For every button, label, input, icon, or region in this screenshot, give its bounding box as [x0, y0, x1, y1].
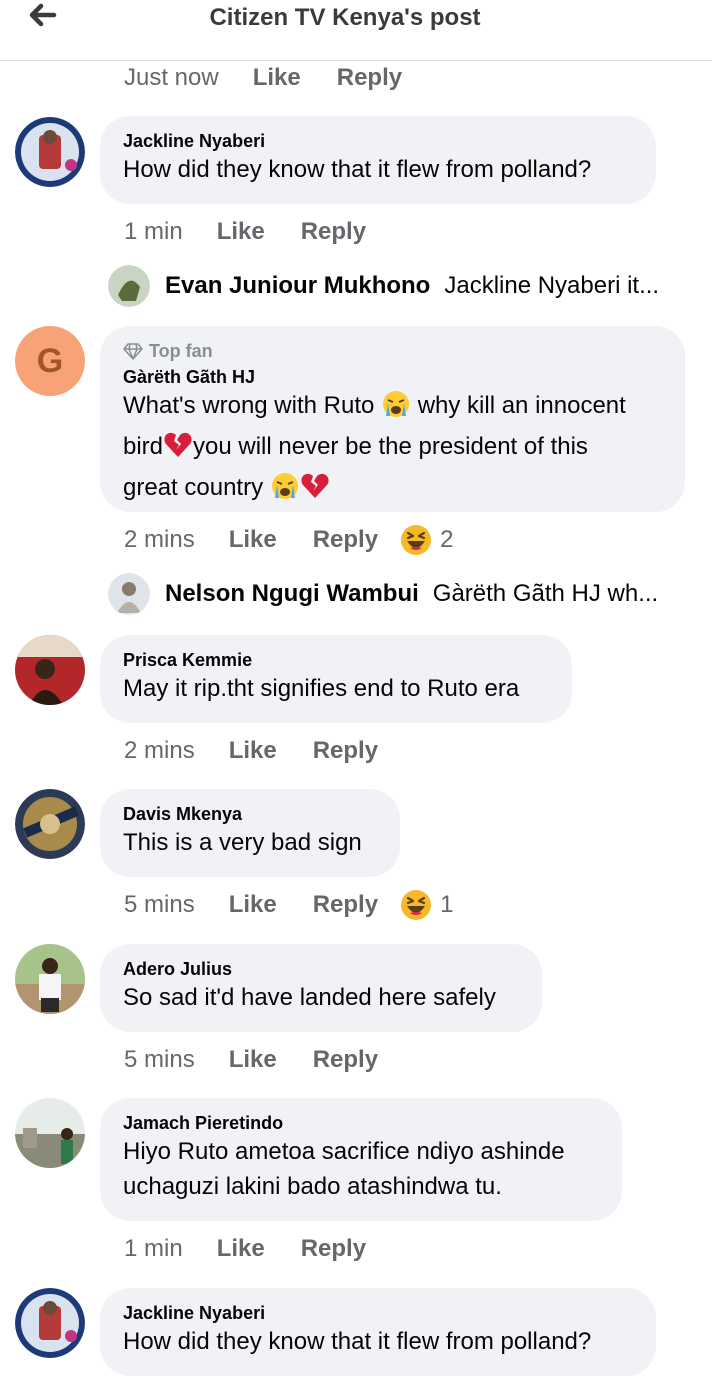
comment-time: 2 mins [124, 526, 195, 553]
comment-bubble: Davis Mkenya This is a very bad sign [100, 789, 400, 877]
comment-bubble: Top fan Gàrëth Gãth HJ What's wrong with… [100, 326, 685, 512]
top-fan-badge: Top fan [123, 340, 661, 362]
comment-text: May it rip.tht signifies end to Ruto era [123, 675, 520, 702]
page-title: Citizen TV Kenya's post [209, 4, 481, 31]
comment-text: What's wrong with Ruto why kill an innoc… [123, 388, 661, 511]
avatar[interactable] [15, 1288, 85, 1358]
reply-button[interactable]: Reply [313, 891, 378, 919]
like-button[interactable]: Like [229, 1046, 277, 1074]
comment-bubble: Prisca Kemmie May it rip.tht signifies e… [100, 635, 572, 723]
broken-heart-icon [163, 430, 193, 470]
reply-author[interactable]: Nelson Ngugi Wambui [165, 580, 419, 608]
avatar-letter: G [36, 342, 64, 380]
comment-time: 5 mins [124, 1046, 195, 1073]
reply-button[interactable]: Reply [337, 64, 402, 92]
comment-author[interactable]: Jackline Nyaberi [123, 130, 632, 152]
comment-author[interactable]: Jackline Nyaberi [123, 1302, 632, 1324]
like-button[interactable]: Like [229, 737, 277, 765]
haha-reaction-icon [401, 890, 432, 920]
like-button[interactable]: Like [229, 526, 277, 554]
comment-text: How did they know that it flew from poll… [123, 1328, 592, 1355]
avatar[interactable] [15, 789, 85, 859]
reply-author[interactable]: Evan Juniour Mukhono [165, 272, 430, 300]
comment-time: 1 min [124, 218, 183, 245]
reply-button[interactable]: Reply [313, 526, 378, 554]
comment-actions: 5 mins Like Reply 1 [124, 889, 453, 921]
comment-bubble: Jamach Pieretindo Hiyo Ruto ametoa sacri… [100, 1098, 622, 1221]
comment-text: So sad it'd have landed here safely [123, 984, 496, 1011]
comment-actions: 5 mins Like Reply [124, 1044, 378, 1076]
like-button[interactable]: Like [217, 1235, 265, 1263]
like-button[interactable]: Like [229, 891, 277, 919]
comment-author[interactable]: Davis Mkenya [123, 803, 376, 825]
haha-reaction-icon [401, 525, 432, 555]
reply-preview[interactable]: Evan Juniour Mukhono Jackline Nyaberi it… [165, 272, 685, 300]
reply-button[interactable]: Reply [301, 218, 366, 246]
reply-button[interactable]: Reply [313, 737, 378, 765]
comment-time: 2 mins [124, 737, 195, 764]
top-bar: Citizen TV Kenya's post [0, 0, 712, 61]
avatar[interactable] [15, 635, 85, 705]
comment-author[interactable]: Prisca Kemmie [123, 649, 548, 671]
broken-heart-icon [300, 471, 330, 511]
like-button[interactable]: Like [253, 64, 301, 92]
avatar[interactable] [15, 1098, 85, 1168]
comment-time: 1 min [124, 1235, 183, 1262]
reply-button[interactable]: Reply [301, 1235, 366, 1263]
comment-actions: 2 mins Like Reply 2 [124, 524, 453, 556]
comment-actions: 1 min Like Reply [124, 1233, 366, 1265]
reply-button[interactable]: Reply [313, 1046, 378, 1074]
avatar[interactable] [15, 944, 85, 1014]
comment-text: How did they know that it flew from poll… [123, 156, 592, 183]
reply-text: Gàrëth Gãth HJ wh... [432, 580, 659, 607]
comment-text: Hiyo Ruto ametoa sacrifice ndiyo ashinde… [123, 1138, 565, 1200]
avatar[interactable] [15, 117, 85, 187]
comment-author[interactable]: Adero Julius [123, 958, 518, 980]
reaction-count: 1 [440, 891, 454, 918]
reaction-count: 2 [440, 526, 454, 553]
comment-author[interactable]: Gàrëth Gãth HJ [123, 366, 661, 388]
comment-bubble: Jackline Nyaberi How did they know that … [100, 116, 656, 204]
avatar[interactable] [108, 573, 150, 615]
comment-text: This is a very bad sign [123, 829, 362, 856]
reply-preview[interactable]: Nelson Ngugi Wambui Gàrëth Gãth HJ wh... [165, 580, 685, 608]
comment-bubble: Jackline Nyaberi How did they know that … [100, 1288, 656, 1376]
comment-author[interactable]: Jamach Pieretindo [123, 1112, 598, 1134]
comment-actions: Just now Like Reply [124, 62, 402, 94]
like-button[interactable]: Like [217, 218, 265, 246]
avatar[interactable] [108, 265, 150, 307]
reply-text: Jackline Nyaberi it... [444, 272, 660, 299]
comment-actions: 1 min Like Reply [124, 216, 366, 248]
reaction-summary[interactable]: 2 [400, 524, 453, 556]
comment-bubble: Adero Julius So sad it'd have landed her… [100, 944, 542, 1032]
avatar[interactable]: G [15, 326, 85, 396]
comment-time: 5 mins [124, 891, 195, 918]
diamond-icon [123, 343, 143, 360]
comment-time: Just now [124, 64, 219, 91]
crying-emoji-icon [270, 471, 300, 511]
comment-actions: 2 mins Like Reply [124, 735, 378, 767]
reaction-summary[interactable]: 1 [400, 889, 453, 921]
crying-emoji-icon [381, 389, 411, 429]
